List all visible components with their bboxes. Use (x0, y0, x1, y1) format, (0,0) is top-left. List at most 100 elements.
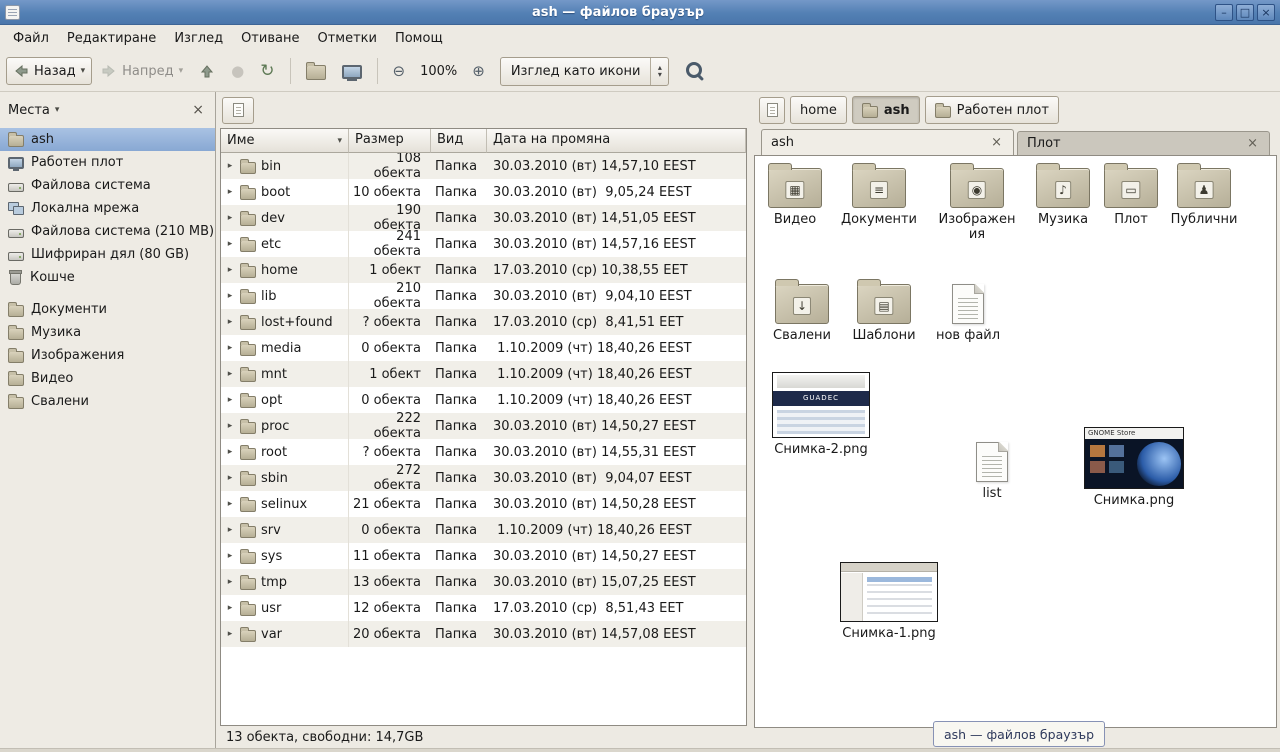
expander-icon[interactable]: ▸ (225, 473, 235, 483)
tree-row-lib[interactable]: ▸lib210 обектаПапка30.03.2010 (вт) 9,04,… (221, 283, 746, 309)
expander-icon[interactable]: ▸ (225, 629, 235, 639)
tab-plot[interactable]: Плот × (1017, 131, 1270, 155)
icon-file-list[interactable]: list (950, 442, 1034, 502)
icon-file-new[interactable]: нов файл (926, 284, 1010, 344)
expander-icon[interactable]: ▸ (225, 239, 235, 249)
tab-ash[interactable]: ash × (761, 129, 1014, 155)
expander-icon[interactable]: ▸ (225, 551, 235, 561)
tree-row-selinux[interactable]: ▸selinux21 обектаПапка30.03.2010 (вт) 14… (221, 491, 746, 517)
tab-close-button[interactable]: × (1245, 136, 1260, 151)
sidebar-item-filesystem[interactable]: Файлова система (0, 174, 215, 197)
home-button[interactable] (299, 56, 333, 86)
tree-row-var[interactable]: ▸var20 обектаПапка30.03.2010 (вт) 14,57,… (221, 621, 746, 647)
icon-folder-downloads[interactable]: ↓ Свалени (760, 284, 844, 344)
icon-folder-desktop[interactable]: ▭ Плот (1089, 168, 1173, 228)
tree-row-bin[interactable]: ▸bin108 обектаПапка30.03.2010 (вт) 14,57… (221, 153, 746, 179)
expander-icon[interactable]: ▸ (225, 499, 235, 509)
reload-button[interactable]: ↻ (253, 55, 281, 87)
tree-row-boot[interactable]: ▸boot10 обектаПапка30.03.2010 (вт) 9,05,… (221, 179, 746, 205)
column-header-size[interactable]: Размер (349, 129, 431, 153)
path-button-desktop[interactable]: Работен плот (925, 96, 1059, 124)
tree-row-root[interactable]: ▸root? обектаПапка30.03.2010 (вт) 14,55,… (221, 439, 746, 465)
tree-row-usr[interactable]: ▸usr12 обектаПапка17.03.2010 (ср) 8,51,4… (221, 595, 746, 621)
column-header-name[interactable]: Име ▾ (221, 129, 349, 153)
expander-icon[interactable]: ▸ (225, 421, 235, 431)
search-button[interactable] (679, 56, 711, 86)
expander-icon[interactable]: ▸ (225, 317, 235, 327)
view-mode-spinner[interactable]: ▴ ▾ (650, 58, 668, 85)
tree-row-media[interactable]: ▸media0 обектаПапка 1.10.2009 (чт) 18,40… (221, 335, 746, 361)
sidebar-item-downloads[interactable]: Свалени (0, 390, 215, 413)
tree-row-lost+found[interactable]: ▸lost+found? обектаПапка17.03.2010 (ср) … (221, 309, 746, 335)
sidebar-item-music[interactable]: Музика (0, 321, 215, 344)
zoom-out-button[interactable]: ⊖ (386, 56, 413, 86)
computer-button[interactable] (335, 58, 369, 85)
sidebar-item-network[interactable]: Локална мрежа (0, 197, 215, 220)
tree-row-home[interactable]: ▸home1 обектПапка17.03.2010 (ср) 10,38,5… (221, 257, 746, 283)
path-edit-toggle-button[interactable] (759, 97, 785, 124)
expander-icon[interactable]: ▸ (225, 265, 235, 275)
back-button[interactable]: Назад ▾ (6, 57, 92, 85)
sidebar-item-documents[interactable]: Документи (0, 298, 215, 321)
expander-icon[interactable]: ▸ (225, 213, 235, 223)
taskbar-window-button[interactable]: ash — файлов браузър (933, 721, 1105, 747)
sidebar-item-encrypted-80gb[interactable]: Шифриран дял (80 GB) (0, 243, 215, 266)
icon-view[interactable]: ▦ Видео ≡ Документи ◉ Изображения ♪ Музи… (754, 155, 1277, 728)
icon-folder-public[interactable]: ♟ Публични (1162, 168, 1246, 228)
menu-view[interactable]: Изглед (165, 27, 232, 50)
back-dropdown-icon[interactable]: ▾ (81, 66, 86, 76)
stop-button[interactable]: ● (224, 56, 251, 86)
expander-icon[interactable]: ▸ (225, 187, 235, 197)
tree-row-etc[interactable]: ▸etc241 обектаПапка30.03.2010 (вт) 14,57… (221, 231, 746, 257)
expander-icon[interactable]: ▸ (225, 577, 235, 587)
icon-image-snimka1[interactable]: Снимка-1.png (838, 562, 940, 642)
expander-icon[interactable]: ▸ (225, 161, 235, 171)
sidebar-item-pictures[interactable]: Изображения (0, 344, 215, 367)
expander-icon[interactable]: ▸ (225, 447, 235, 457)
tree-row-tmp[interactable]: ▸tmp13 обектаПапка30.03.2010 (вт) 15,07,… (221, 569, 746, 595)
icon-folder-templates[interactable]: ▤ Шаблони (842, 284, 926, 344)
places-close-button[interactable]: × (189, 102, 207, 118)
column-header-date[interactable]: Дата на промяна (487, 129, 746, 153)
menu-file[interactable]: Файл (4, 27, 58, 50)
expander-icon[interactable]: ▸ (225, 395, 235, 405)
close-button[interactable]: × (1257, 4, 1275, 21)
sidebar-item-ash[interactable]: ash (0, 128, 215, 151)
places-title[interactable]: Места (8, 103, 50, 118)
sidebar-item-filesystem-210mb[interactable]: Файлова система (210 MB) (0, 220, 215, 243)
column-header-type[interactable]: Вид (431, 129, 487, 153)
expander-icon[interactable]: ▸ (225, 291, 235, 301)
icon-folder-pictures[interactable]: ◉ Изображения (935, 168, 1019, 243)
forward-button[interactable]: Напред ▾ (94, 57, 190, 85)
expander-icon[interactable]: ▸ (225, 525, 235, 535)
places-dropdown-icon[interactable]: ▾ (55, 105, 60, 115)
sidebar-item-video[interactable]: Видео (0, 367, 215, 390)
tree-row-sys[interactable]: ▸sys11 обектаПапка30.03.2010 (вт) 14,50,… (221, 543, 746, 569)
tree-row-srv[interactable]: ▸srv0 обектаПапка 1.10.2009 (чт) 18,40,2… (221, 517, 746, 543)
expander-icon[interactable]: ▸ (225, 343, 235, 353)
expander-icon[interactable]: ▸ (225, 603, 235, 613)
zoom-in-button[interactable]: ⊕ (465, 56, 492, 86)
menu-go[interactable]: Отиване (232, 27, 308, 50)
tree-row-dev[interactable]: ▸dev190 обектаПапка30.03.2010 (вт) 14,51… (221, 205, 746, 231)
icon-image-snimka[interactable]: GNOME Store Снимка.png (1082, 427, 1186, 509)
icon-folder-documents[interactable]: ≡ Документи (837, 168, 921, 228)
icon-image-snimka2[interactable]: GUADEC Снимка-2.png (770, 372, 872, 458)
tree-row-proc[interactable]: ▸proc222 обектаПапка30.03.2010 (вт) 14,5… (221, 413, 746, 439)
view-mode-select[interactable]: Изглед като икони ▴ ▾ (500, 57, 670, 86)
maximize-button[interactable]: □ (1236, 4, 1254, 21)
location-toggle-button[interactable] (222, 97, 254, 124)
sidebar-item-trash[interactable]: Кошче (0, 266, 215, 289)
sidebar-item-desktop[interactable]: Работен плот (0, 151, 215, 174)
tree-row-opt[interactable]: ▸opt0 обектаПапка 1.10.2009 (чт) 18,40,2… (221, 387, 746, 413)
tab-close-button[interactable]: × (989, 135, 1004, 150)
path-button-ash[interactable]: ash (852, 96, 920, 124)
path-button-home[interactable]: home (790, 96, 847, 124)
menu-edit[interactable]: Редактиране (58, 27, 165, 50)
tree-row-mnt[interactable]: ▸mnt1 обектПапка 1.10.2009 (чт) 18,40,26… (221, 361, 746, 387)
tree-row-sbin[interactable]: ▸sbin272 обектаПапка30.03.2010 (вт) 9,04… (221, 465, 746, 491)
minimize-button[interactable]: – (1215, 4, 1233, 21)
icon-folder-video[interactable]: ▦ Видео (754, 168, 837, 228)
up-button[interactable] (192, 57, 222, 85)
menu-help[interactable]: Помощ (386, 27, 452, 50)
